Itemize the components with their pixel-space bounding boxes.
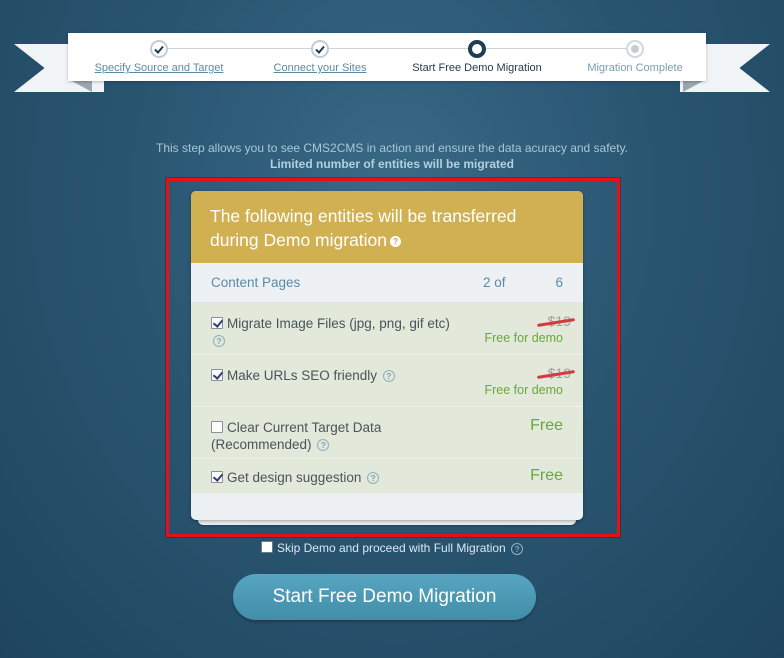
step-connect-sites[interactable]: Connect your Sites: [245, 40, 395, 74]
skip-demo-option: Skip Demo and proceed with Full Migratio…: [0, 541, 784, 555]
check-icon: [150, 40, 168, 58]
current-step-icon: [468, 40, 486, 58]
step-label[interactable]: Connect your Sites: [245, 62, 395, 74]
skip-demo-checkbox[interactable]: [260, 541, 273, 553]
intro-limit-note: Limited number of entities will be migra…: [269, 157, 515, 171]
step-migration-complete: Migration Complete: [560, 40, 710, 74]
step-specify-source[interactable]: Specify Source and Target: [84, 40, 234, 74]
pending-step-icon: [626, 40, 644, 58]
progress-stepper: Specify Source and Target Connect your S…: [68, 33, 706, 81]
check-icon: [311, 40, 329, 58]
start-demo-button[interactable]: Start Free Demo Migration: [233, 574, 536, 620]
step-label: Start Free Demo Migration: [412, 62, 542, 74]
step-start-demo: Start Free Demo Migration: [402, 40, 552, 74]
step-label[interactable]: Specify Source and Target: [84, 62, 234, 74]
intro-text: This step allows you to see CMS2CMS in a…: [0, 140, 784, 172]
intro-line: This step allows you to see CMS2CMS in a…: [155, 141, 629, 155]
skip-demo-label: Skip Demo and proceed with Full Migratio…: [276, 541, 506, 555]
step-label: Migration Complete: [587, 62, 683, 74]
help-icon[interactable]: ?: [511, 542, 524, 555]
highlight-frame: [166, 178, 620, 537]
